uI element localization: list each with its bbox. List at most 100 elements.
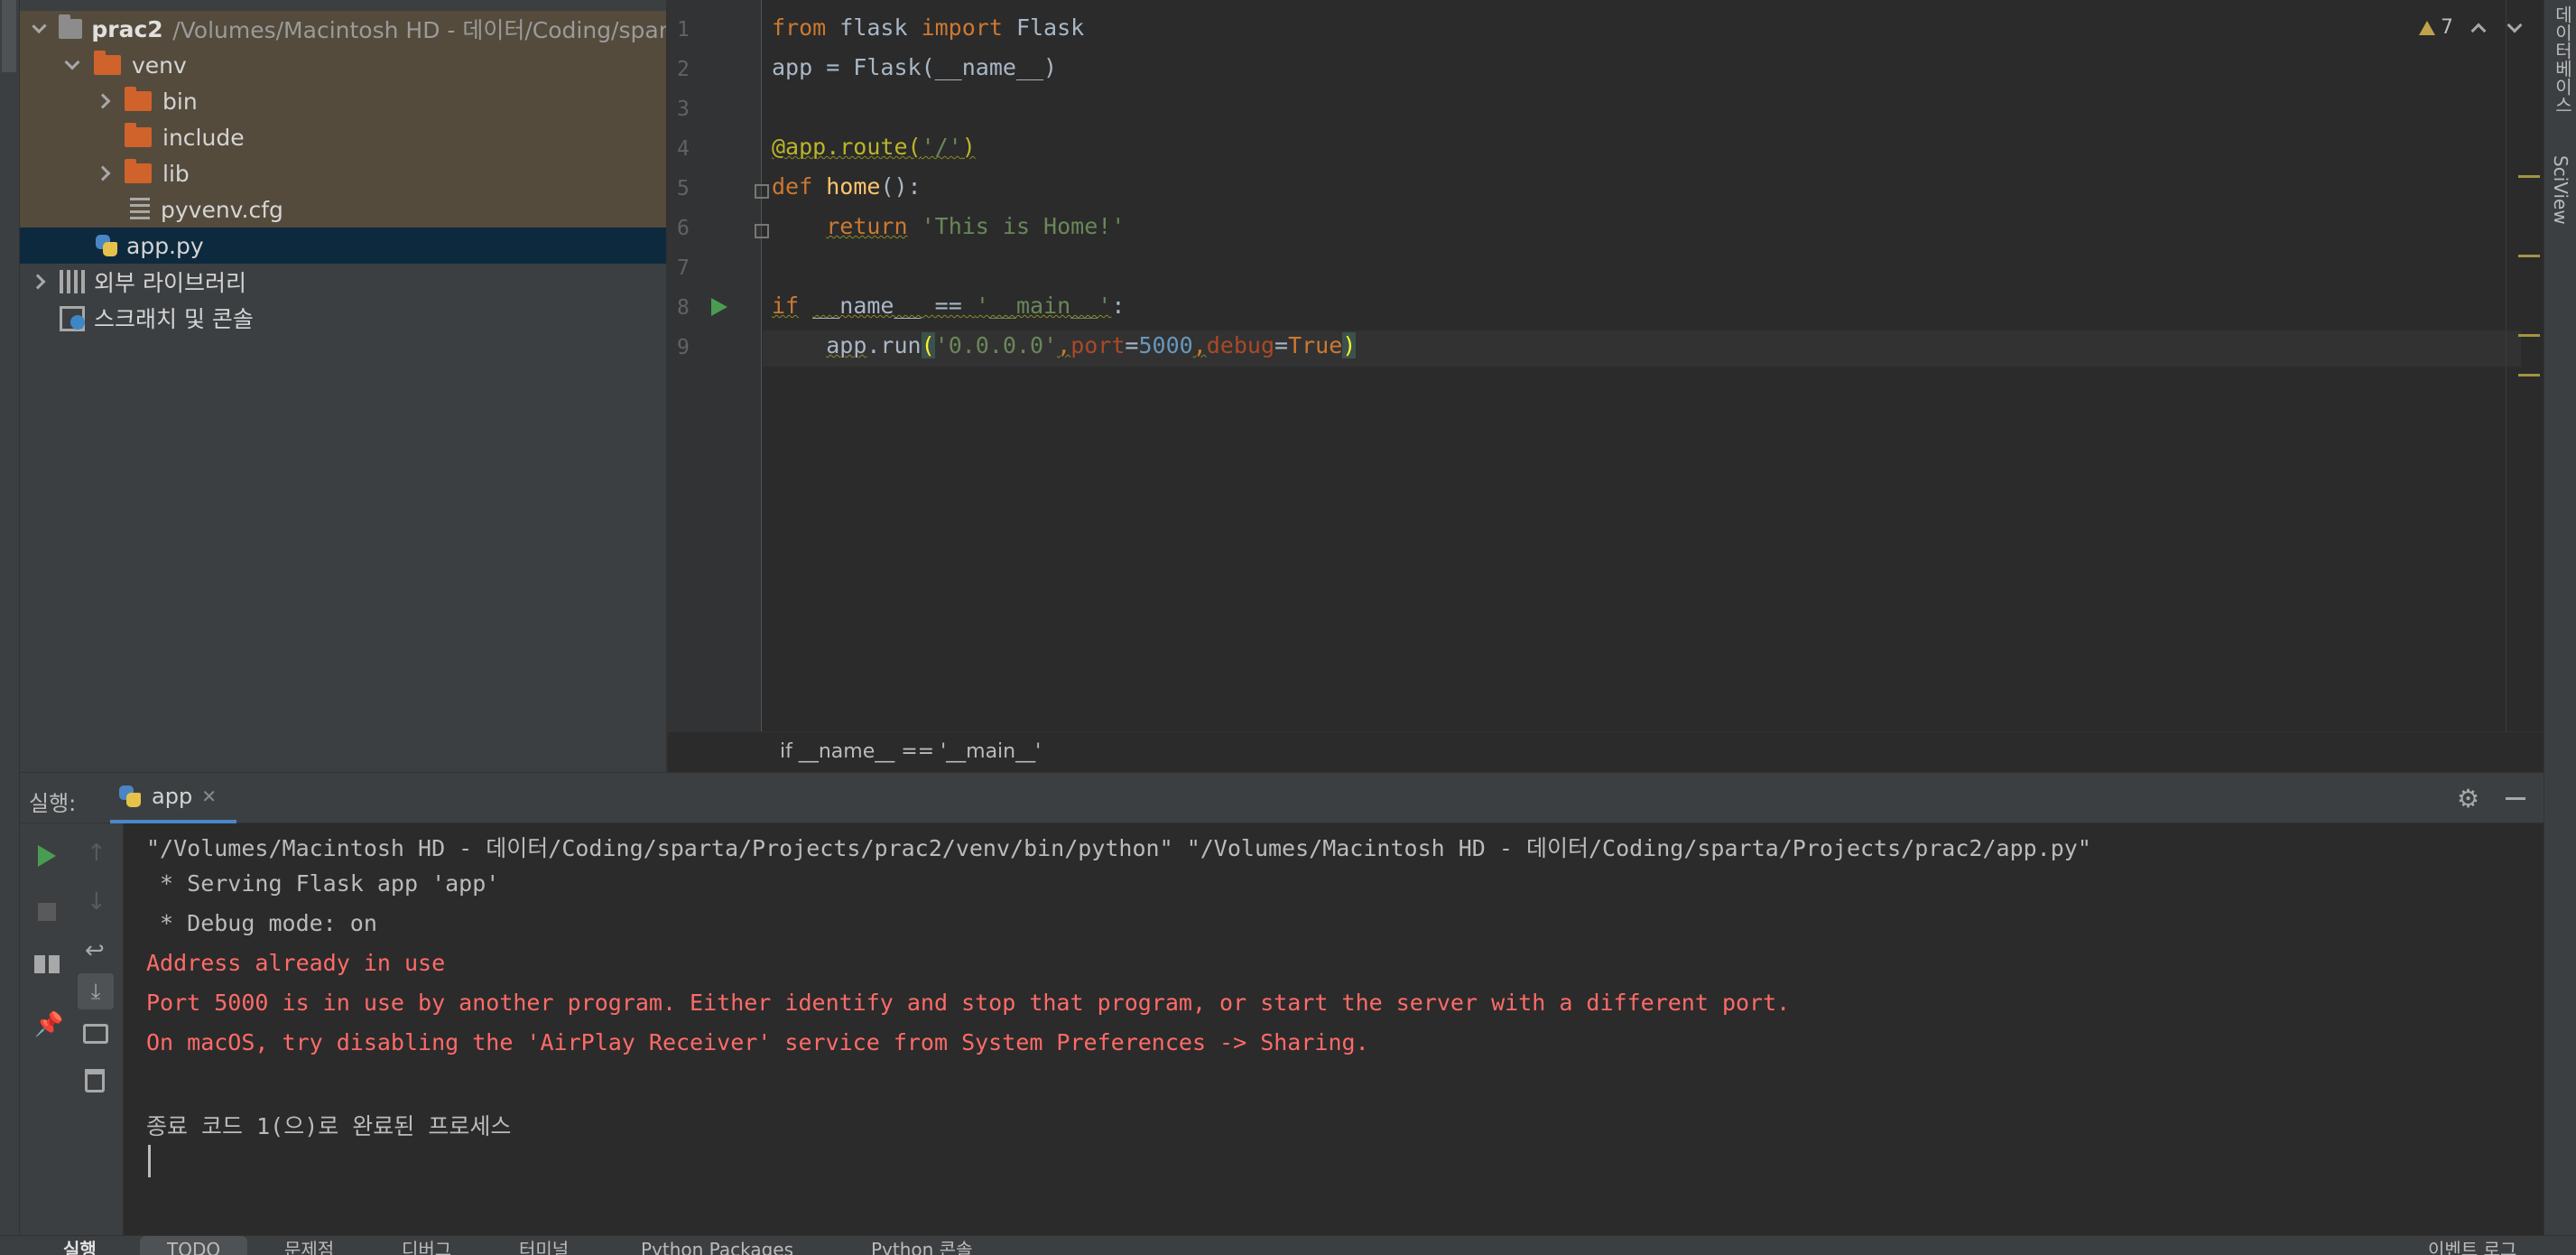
code-token: = bbox=[1274, 332, 1289, 358]
tree-item-bin[interactable]: bin bbox=[20, 83, 666, 119]
scroll-up-icon[interactable]: ↑ bbox=[87, 840, 107, 867]
console-error-line: On macOS, try disabling the 'AirPlay Rec… bbox=[146, 1029, 1369, 1055]
code-token: app bbox=[826, 332, 867, 358]
print-icon[interactable] bbox=[83, 1024, 108, 1044]
code-token: Flask bbox=[1002, 14, 1085, 41]
bottom-tab-debug[interactable]: 디버그 bbox=[402, 1236, 451, 1255]
bottom-tab-todo[interactable]: TODO bbox=[140, 1236, 248, 1255]
console-cursor[interactable] bbox=[148, 1145, 151, 1177]
minimize-icon[interactable] bbox=[2506, 797, 2525, 800]
bottom-tab-run[interactable]: 실행 bbox=[63, 1236, 97, 1255]
bottom-tab-python-packages[interactable]: Python Packages bbox=[641, 1236, 793, 1255]
fold-icon[interactable] bbox=[755, 224, 769, 238]
chevron-down-icon[interactable] bbox=[64, 54, 80, 70]
console-output-line: "/Volumes/Macintosh HD - 데이터/Coding/spar… bbox=[146, 835, 2091, 861]
scroll-down-icon[interactable]: ↓ bbox=[87, 888, 107, 916]
sciview-tool-tab[interactable]: SciView bbox=[2550, 155, 2571, 225]
error-stripe-marker[interactable] bbox=[2518, 374, 2540, 376]
code-token: (): bbox=[880, 173, 922, 200]
tree-item-scratches[interactable]: 스크래치 및 콘솔 bbox=[20, 300, 666, 336]
scratch-icon bbox=[60, 304, 87, 331]
favorites-tool-tab[interactable] bbox=[2, 1111, 16, 1192]
code-line-5: def home(): bbox=[772, 173, 922, 200]
gear-icon[interactable]: ⚙ bbox=[2457, 784, 2479, 813]
console-output-line: * Serving Flask app 'app' bbox=[146, 870, 500, 897]
tree-item-label: lib bbox=[162, 160, 190, 187]
tree-item-include[interactable]: include bbox=[20, 119, 666, 155]
code-line-2: app = Flask(__name__) bbox=[772, 54, 1057, 80]
previous-highlight-icon[interactable] bbox=[2470, 23, 2487, 38]
code-line-6: return 'This is Home!' bbox=[772, 213, 1125, 239]
line-number: 7 bbox=[677, 256, 690, 280]
code-token: flask bbox=[826, 14, 922, 41]
code-token: __name__ bbox=[812, 293, 922, 319]
tree-item-venv[interactable]: venv bbox=[20, 47, 666, 83]
trash-icon[interactable] bbox=[85, 1069, 105, 1092]
fold-icon[interactable] bbox=[755, 184, 769, 199]
breadcrumb[interactable]: if __name__ == '__main__' bbox=[780, 740, 1041, 763]
run-gutter-icon[interactable] bbox=[711, 298, 727, 316]
code-token: if bbox=[772, 293, 800, 319]
code-line-1: from flask import Flask bbox=[772, 14, 1084, 41]
rerun-button[interactable] bbox=[38, 845, 56, 867]
bottom-tab-event-log[interactable]: 이벤트 로그 bbox=[2428, 1236, 2516, 1255]
bottom-tab-terminal[interactable]: 터미널 bbox=[519, 1236, 569, 1255]
scroll-to-end-button[interactable]: ⤓ bbox=[78, 973, 114, 1009]
chevron-down-icon[interactable] bbox=[32, 18, 47, 34]
tab-label: app bbox=[152, 784, 193, 809]
warning-count: 7 bbox=[2441, 16, 2453, 39]
tab-app[interactable]: app ✕ bbox=[110, 773, 236, 823]
bottom-tab-problems[interactable]: 문제점 bbox=[284, 1236, 334, 1255]
library-icon bbox=[60, 270, 87, 293]
code-editor[interactable]: 1 2 3 4 5 6 7 8 9 from flask import Flas… bbox=[668, 0, 2544, 772]
tree-item-app-py[interactable]: app.py bbox=[20, 228, 666, 264]
code-line-4: @app.route('/') bbox=[772, 134, 976, 160]
code-token: '0.0.0.0' bbox=[934, 332, 1058, 358]
stop-button[interactable] bbox=[38, 903, 56, 921]
tree-item-prac2[interactable]: prac2 /Volumes/Macintosh HD - 데이터/Coding… bbox=[20, 11, 668, 47]
soft-wrap-icon[interactable]: ↩ bbox=[85, 937, 105, 964]
code-token: , bbox=[1057, 332, 1071, 358]
next-highlight-icon[interactable] bbox=[2507, 17, 2523, 33]
code-token: , bbox=[1192, 332, 1207, 358]
tree-item-label: venv bbox=[132, 51, 187, 79]
project-tool-tab[interactable] bbox=[2, 0, 16, 72]
tree-item-pyvenv-cfg[interactable]: pyvenv.cfg bbox=[20, 191, 666, 228]
tree-item-label: pyvenv.cfg bbox=[161, 196, 283, 223]
line-number: 9 bbox=[677, 336, 690, 359]
code-token: app = Flask(__name__) bbox=[772, 54, 1058, 80]
line-number: 2 bbox=[677, 58, 690, 81]
layout-icon[interactable] bbox=[34, 955, 60, 973]
config-file-icon bbox=[130, 198, 150, 221]
pin-icon[interactable]: 📌 bbox=[34, 1011, 63, 1038]
database-tool-tab[interactable]: 데이터베이스 bbox=[2550, 5, 2576, 114]
error-stripe-marker[interactable] bbox=[2518, 175, 2540, 178]
tree-item-external-libraries[interactable]: 외부 라이브러리 bbox=[20, 264, 666, 300]
code-token: .run bbox=[866, 332, 922, 358]
error-stripe-marker[interactable] bbox=[2518, 255, 2540, 257]
chevron-right-icon[interactable] bbox=[95, 93, 111, 109]
close-icon[interactable]: ✕ bbox=[201, 786, 217, 807]
error-stripe-marker[interactable] bbox=[2518, 334, 2540, 337]
tree-item-lib[interactable]: lib bbox=[20, 155, 666, 191]
inspection-widget[interactable]: 7 bbox=[2419, 16, 2523, 39]
folder-icon bbox=[58, 14, 82, 39]
code-token: return bbox=[826, 213, 908, 239]
warning-icon bbox=[2419, 20, 2435, 35]
root-folder-path: /Volumes/Macintosh HD - 데이터/Coding/spar bbox=[172, 17, 668, 43]
structure-tool-tab[interactable] bbox=[2, 1011, 16, 1065]
tree-item-label: app.py bbox=[126, 232, 204, 259]
chevron-right-icon[interactable] bbox=[95, 165, 111, 181]
line-number: 3 bbox=[677, 98, 690, 121]
tree-item-label: bin bbox=[162, 88, 198, 115]
folder-icon bbox=[125, 159, 152, 183]
bottom-tab-python-console[interactable]: Python 콘솔 bbox=[871, 1236, 972, 1255]
chevron-right-icon[interactable] bbox=[30, 274, 46, 290]
code-token: = bbox=[1125, 332, 1139, 358]
code-token: '__main__' bbox=[975, 293, 1112, 319]
project-tree-panel: prac2 /Volumes/Macintosh HD - 데이터/Coding… bbox=[20, 0, 668, 772]
run-toolbar: ↑ ↓ ↩ ⤓ 📌 bbox=[20, 823, 124, 1236]
code-token: port bbox=[1070, 332, 1126, 358]
